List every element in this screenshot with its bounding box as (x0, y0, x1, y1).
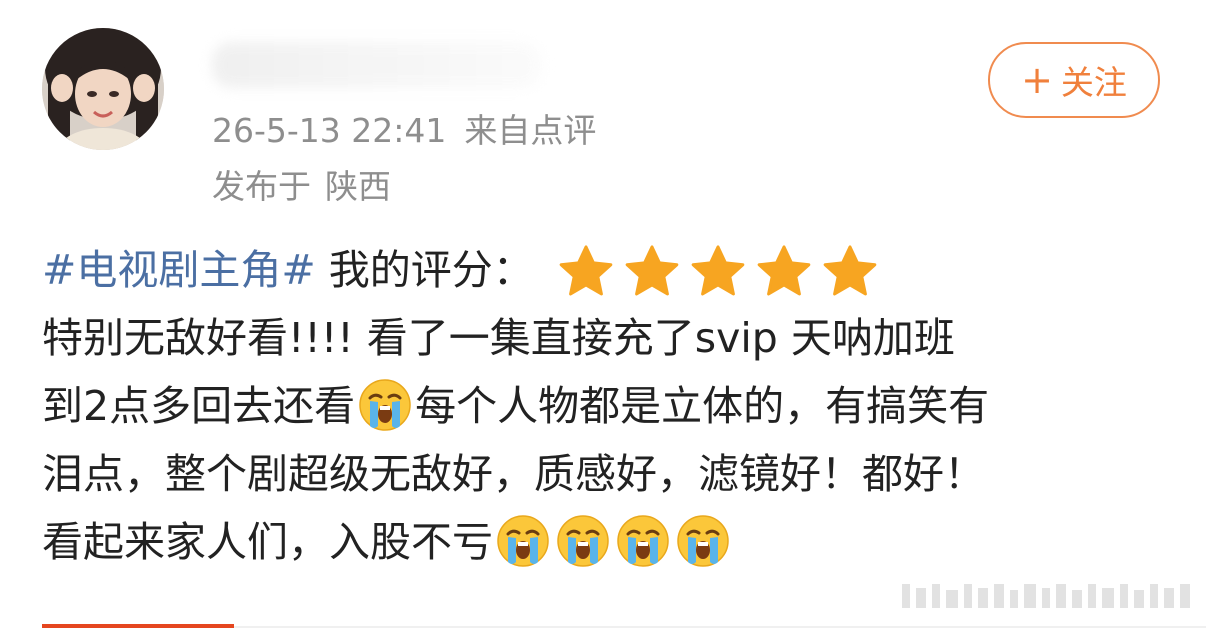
post-line-3-b: 每个人物都是立体的，有搞笑有 (415, 382, 990, 430)
loudly-crying-face-emoji-icon (557, 515, 609, 567)
hashtag-link[interactable]: #电视剧主角# (42, 246, 316, 294)
post-line-2: 特别无敌好看!!!! 看了一集直接充了svip 天呐加班 (42, 314, 955, 362)
active-tab-indicator (42, 624, 234, 628)
rating-label: 我的评分： (315, 246, 534, 294)
post-line-5: 看起来家人们，入股不亏 (42, 508, 1172, 576)
loudly-crying-face-emoji-icon (359, 379, 411, 431)
loudly-crying-face-emoji-icon (677, 515, 729, 567)
post-line-5-text: 看起来家人们，入股不亏 (42, 518, 493, 566)
post-line-4: 泪点，整个剧超级无敌好，质感好，滤镜好！都好！ (42, 450, 985, 498)
post-timestamp: 26-5-13 22:41 (212, 111, 447, 150)
plus-icon: + (1021, 58, 1053, 102)
weibo-watermark-icon (902, 584, 1190, 608)
loudly-crying-face-emoji-icon (617, 515, 669, 567)
post-line-1: #电视剧主角# 我的评分： (42, 236, 1172, 304)
follow-button-label: 关注 (1060, 63, 1127, 102)
avatar-photo-icon (42, 28, 164, 150)
star-icon (757, 245, 811, 296)
post-meta-time: 26-5-13 22:41 来自点评 (212, 104, 596, 152)
post-content: #电视剧主角# 我的评分： 特别无敌好看!!!! 看了一集直接充了svip 天呐… (42, 236, 1172, 576)
follow-button[interactable]: + 关注 (988, 42, 1160, 118)
user-avatar[interactable] (42, 28, 164, 150)
post-line-3: 到2点多回去还看 每个人物都是立体的，有搞笑有 (42, 372, 1172, 440)
location-prefix: 发布于 (212, 167, 311, 206)
star-icon (691, 245, 745, 296)
star-icon (625, 245, 679, 296)
post-source: 来自点评 (464, 111, 597, 150)
post-location: 发布于 陕西 (212, 160, 391, 208)
username-redacted (212, 42, 542, 88)
location-value: 陕西 (325, 167, 391, 206)
loudly-crying-face-emoji-icon (497, 515, 549, 567)
trailing-emojis (493, 515, 733, 567)
post-line-3-a: 到2点多回去还看 (42, 382, 356, 430)
star-icon (559, 245, 613, 296)
rating-stars (556, 235, 886, 303)
star-icon (823, 245, 877, 296)
